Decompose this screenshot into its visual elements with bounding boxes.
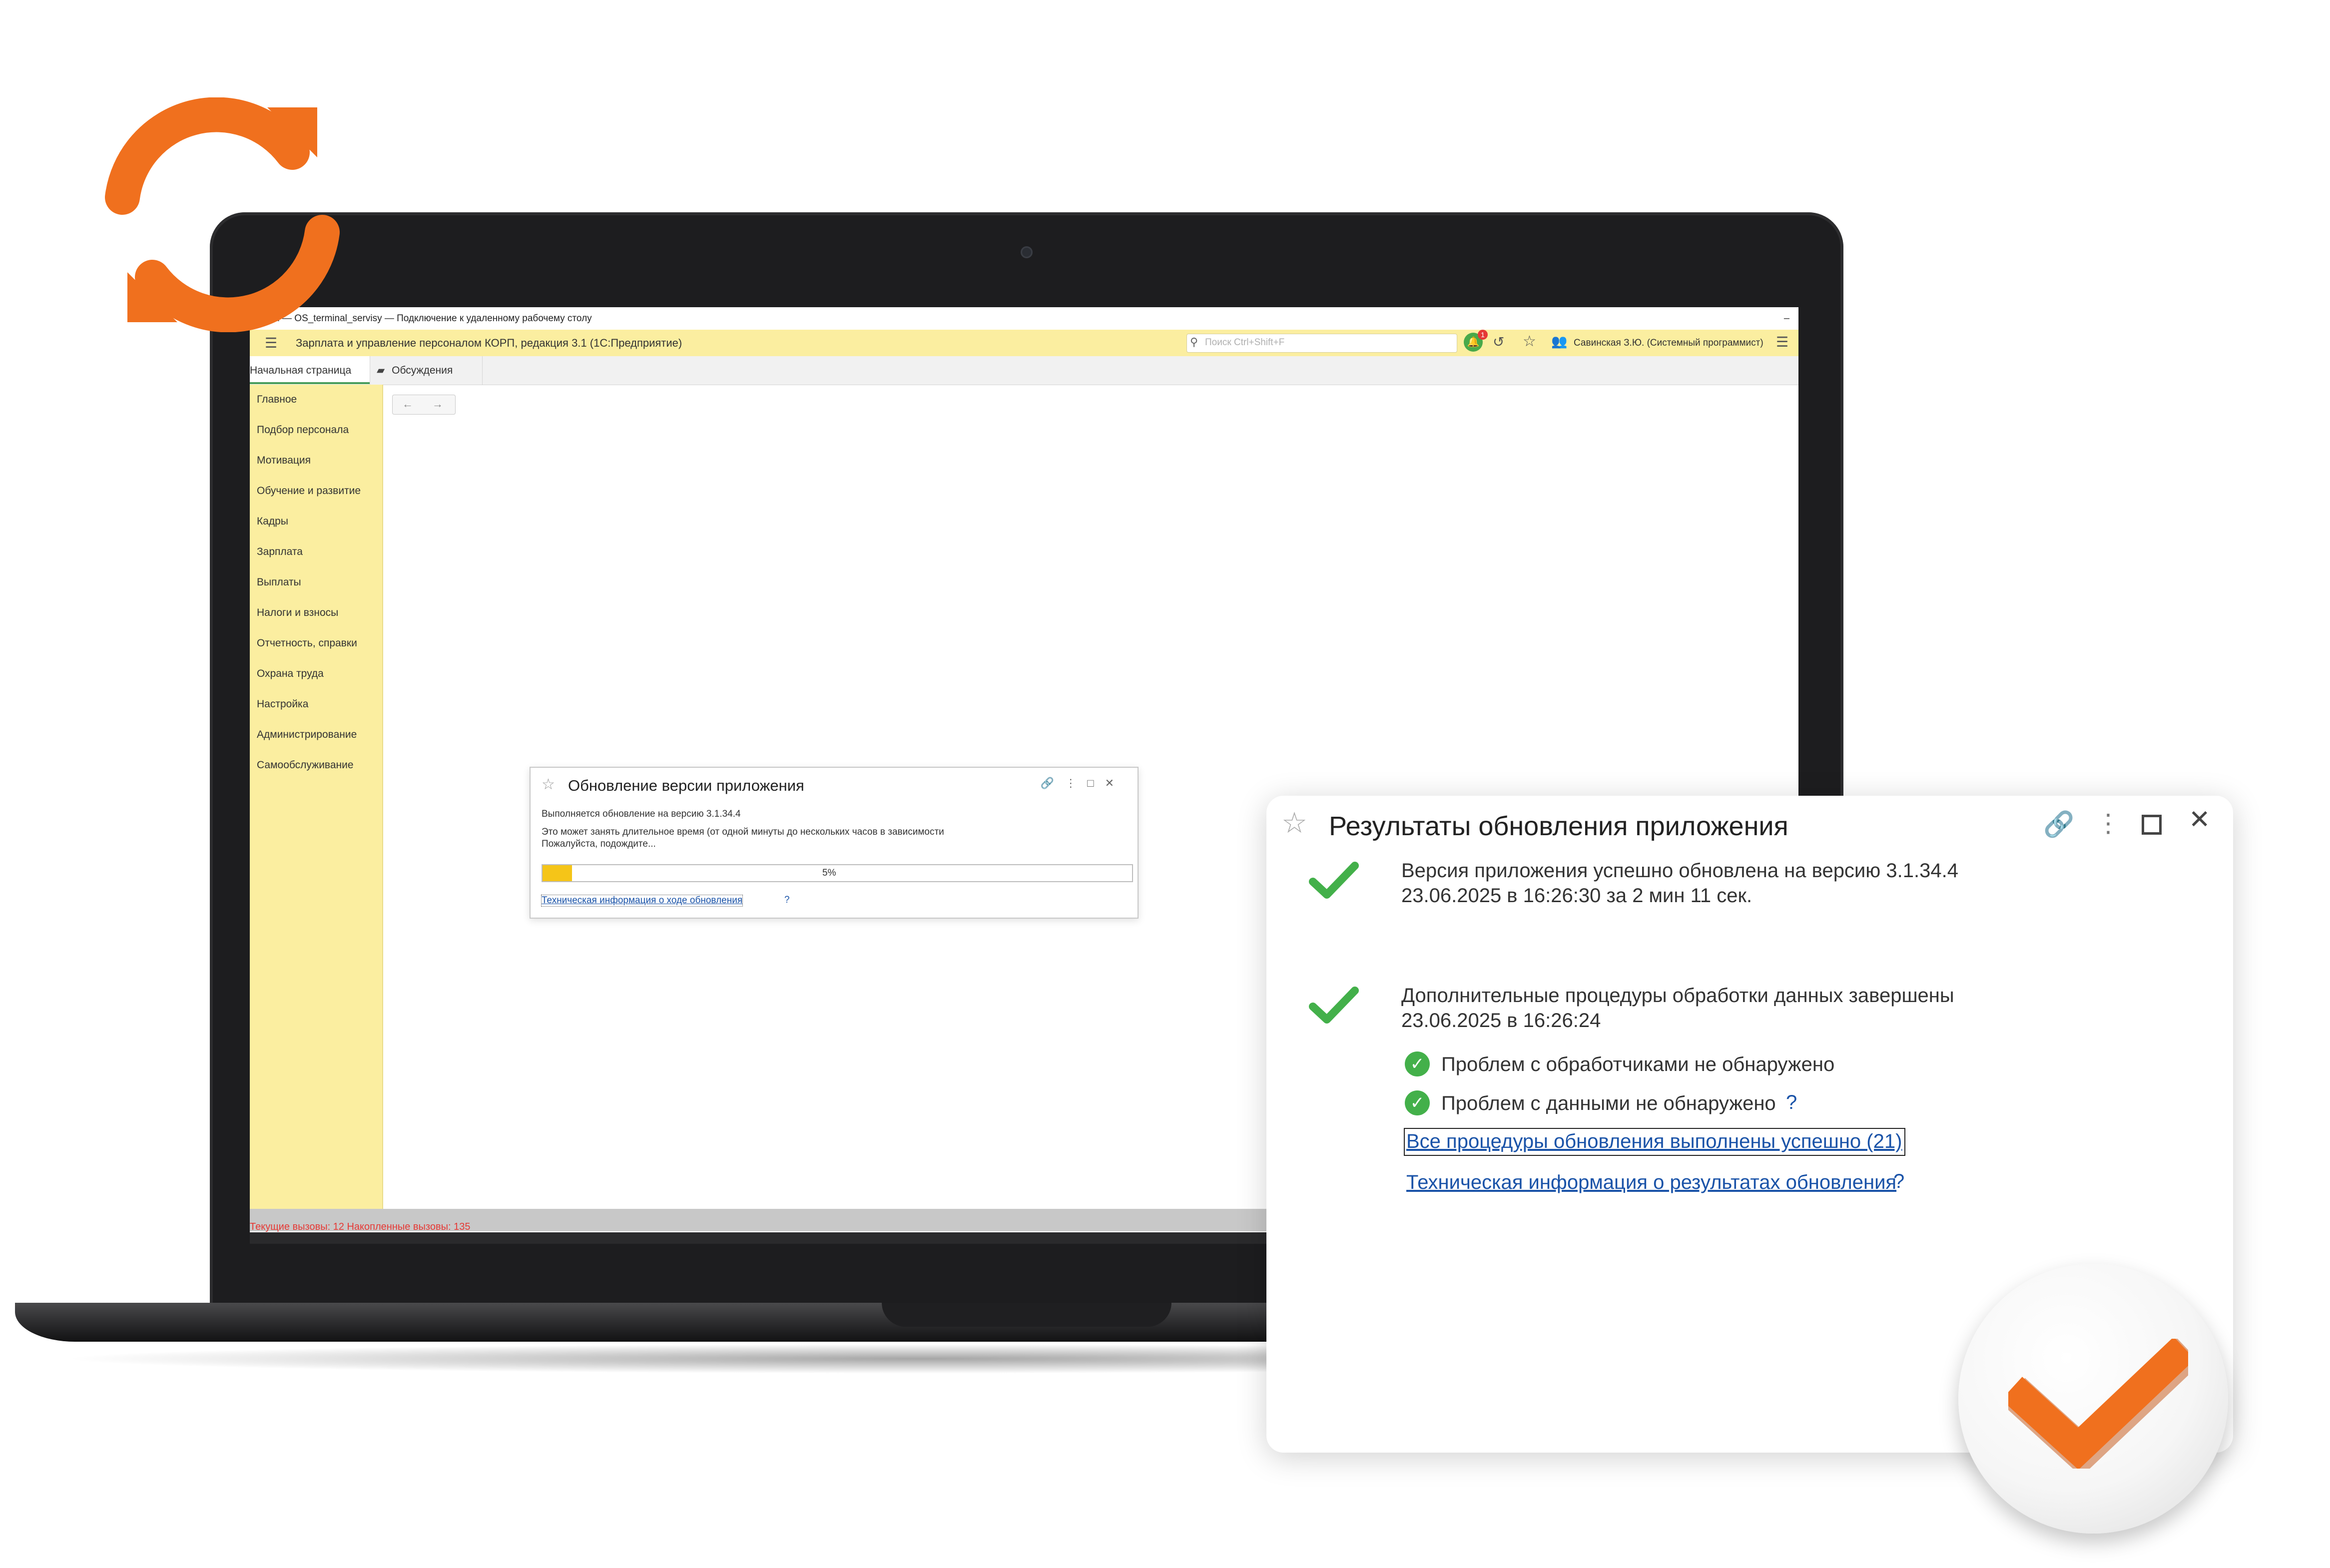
hamburger-menu-icon[interactable]: ☰ xyxy=(265,335,277,351)
favorite-star-icon[interactable]: ☆ xyxy=(542,776,555,793)
progress-label: 5% xyxy=(822,868,836,878)
active-tab-underline xyxy=(250,382,370,384)
help-icon[interactable]: ? xyxy=(784,895,790,906)
sidebar-item-hr[interactable]: Кадры xyxy=(257,516,288,527)
favorites-star-icon[interactable]: ☆ xyxy=(1523,333,1536,350)
success-badge xyxy=(1958,1264,2228,1534)
sidebar-item-administration[interactable]: Администрирование xyxy=(257,729,357,741)
refresh-icon xyxy=(105,97,340,332)
sidebar-item-payments[interactable]: Выплаты xyxy=(257,576,301,588)
dialog-title: Результаты обновления приложения xyxy=(1329,811,1788,841)
window-titlebar: rminal — OS_terminal_servisy — Подключен… xyxy=(250,307,1798,330)
sidebar-item-recruiting[interactable]: Подбор персонала xyxy=(257,424,349,436)
handlers-ok-text: Проблем с обработчиками не обнаружено xyxy=(1441,1053,1835,1075)
help-icon[interactable]: ? xyxy=(1893,1170,1904,1193)
success-check-icon xyxy=(1309,987,1359,1024)
more-icon[interactable]: ⋮ xyxy=(1065,777,1087,789)
tech-info-results-link[interactable]: Техническая информация о результатах обн… xyxy=(1406,1171,1896,1194)
search-icon: ⚲ xyxy=(1190,336,1198,348)
update-progress-bar: 5% xyxy=(542,864,1133,882)
more-icon[interactable]: ⋮ xyxy=(2096,809,2121,838)
discussions-icon: ▰ xyxy=(377,365,385,376)
link-icon[interactable]: 🔗 xyxy=(2043,810,2074,839)
user-name[interactable]: Савинская З.Ю. (Системный программист) xyxy=(1574,338,1763,349)
duration-note: Это может занять длительное время (от од… xyxy=(542,827,944,837)
sidebar-item-training[interactable]: Обучение и развитие xyxy=(257,485,361,497)
check-icon xyxy=(2008,1339,2188,1469)
minimize-button[interactable]: – xyxy=(1784,307,1789,330)
history-icon[interactable]: ↺ xyxy=(1493,334,1504,350)
settings-menu-icon[interactable]: ☰ xyxy=(1776,334,1788,350)
help-icon[interactable]: ? xyxy=(1786,1091,1797,1114)
wait-note: Пожалуйста, подождите... xyxy=(542,839,656,849)
data-processing-text: Дополнительные процедуры обработки данны… xyxy=(1401,985,1954,1007)
back-button[interactable]: ← xyxy=(393,395,423,413)
update-status-text: Выполняется обновление на версию 3.1.34.… xyxy=(542,809,741,819)
dialog-window-icons: 🔗⋮□✕ xyxy=(1041,777,1125,790)
ok-check-icon: ✓ xyxy=(1405,1051,1430,1076)
app-title: Зарплата и управление персоналом КОРП, р… xyxy=(296,337,682,349)
maximize-icon[interactable]: □ xyxy=(1087,777,1105,789)
data-processing-time: 23.06.2025 в 16:26:24 xyxy=(1401,1010,1601,1032)
update-progress-dialog: ☆ Обновление версии приложения 🔗⋮□✕ Выпо… xyxy=(530,767,1139,919)
maximize-icon[interactable] xyxy=(2142,815,2162,835)
tab-discussions-label: Обсуждения xyxy=(392,365,453,376)
sidebar-item-settings[interactable]: Настройка xyxy=(257,698,308,710)
sidebar-item-salary[interactable]: Зарплата xyxy=(257,546,303,558)
tab-home-page[interactable]: Начальная страница xyxy=(250,356,370,385)
search-placeholder: Поиск Ctrl+Shift+F xyxy=(1205,337,1285,348)
search-input[interactable]: ⚲ Поиск Ctrl+Shift+F xyxy=(1186,334,1457,353)
user-icon[interactable]: 👥 xyxy=(1551,334,1567,349)
success-check-icon xyxy=(1309,862,1359,899)
favorite-star-icon[interactable]: ☆ xyxy=(1281,806,1307,840)
sidebar: Главное Подбор персонала Мотивация Обуче… xyxy=(250,385,383,1209)
sidebar-item-labor-safety[interactable]: Охрана труда xyxy=(257,668,324,680)
app-header: ☰ Зарплата и управление персоналом КОРП,… xyxy=(250,330,1798,357)
navigation-buttons: ← → xyxy=(392,395,456,415)
version-updated-text: Версия приложения успешно обновлена на в… xyxy=(1401,860,1958,882)
status-text: Текущие вызовы: 12 Накопленные вызовы: 1… xyxy=(250,1221,471,1232)
ok-check-icon: ✓ xyxy=(1405,1090,1430,1115)
sidebar-item-reports[interactable]: Отчетность, справки xyxy=(257,637,357,649)
all-procedures-link[interactable]: Все процедуры обновления выполнены успеш… xyxy=(1406,1130,1902,1153)
progress-fill xyxy=(543,865,572,881)
forward-button[interactable]: → xyxy=(423,395,453,413)
close-icon[interactable]: ✕ xyxy=(2189,805,2211,835)
link-icon[interactable]: 🔗 xyxy=(1041,777,1065,789)
tech-info-progress-link[interactable]: Техническая информация о ходе обновления xyxy=(541,895,743,907)
sidebar-item-self-service[interactable]: Самообслуживание xyxy=(257,759,354,771)
laptop-notch xyxy=(882,1303,1171,1327)
sidebar-item-taxes[interactable]: Налоги и взносы xyxy=(257,607,338,619)
sidebar-item-main[interactable]: Главное xyxy=(257,394,297,406)
dialog-title: Обновление версии приложения xyxy=(568,777,804,794)
camera-icon xyxy=(1021,246,1033,258)
version-updated-time: 23.06.2025 в 16:26:30 за 2 мин 11 сек. xyxy=(1401,885,1752,907)
tab-discussions[interactable]: ▰ Обсуждения xyxy=(370,356,483,385)
data-ok-text: Проблем с данными не обнаружено xyxy=(1441,1092,1776,1114)
sidebar-item-motivation[interactable]: Мотивация xyxy=(257,455,311,467)
close-icon[interactable]: ✕ xyxy=(1105,777,1125,789)
notification-count-badge: 1 xyxy=(1478,330,1488,340)
tab-bar: Начальная страница ▰ Обсуждения xyxy=(250,356,1798,385)
